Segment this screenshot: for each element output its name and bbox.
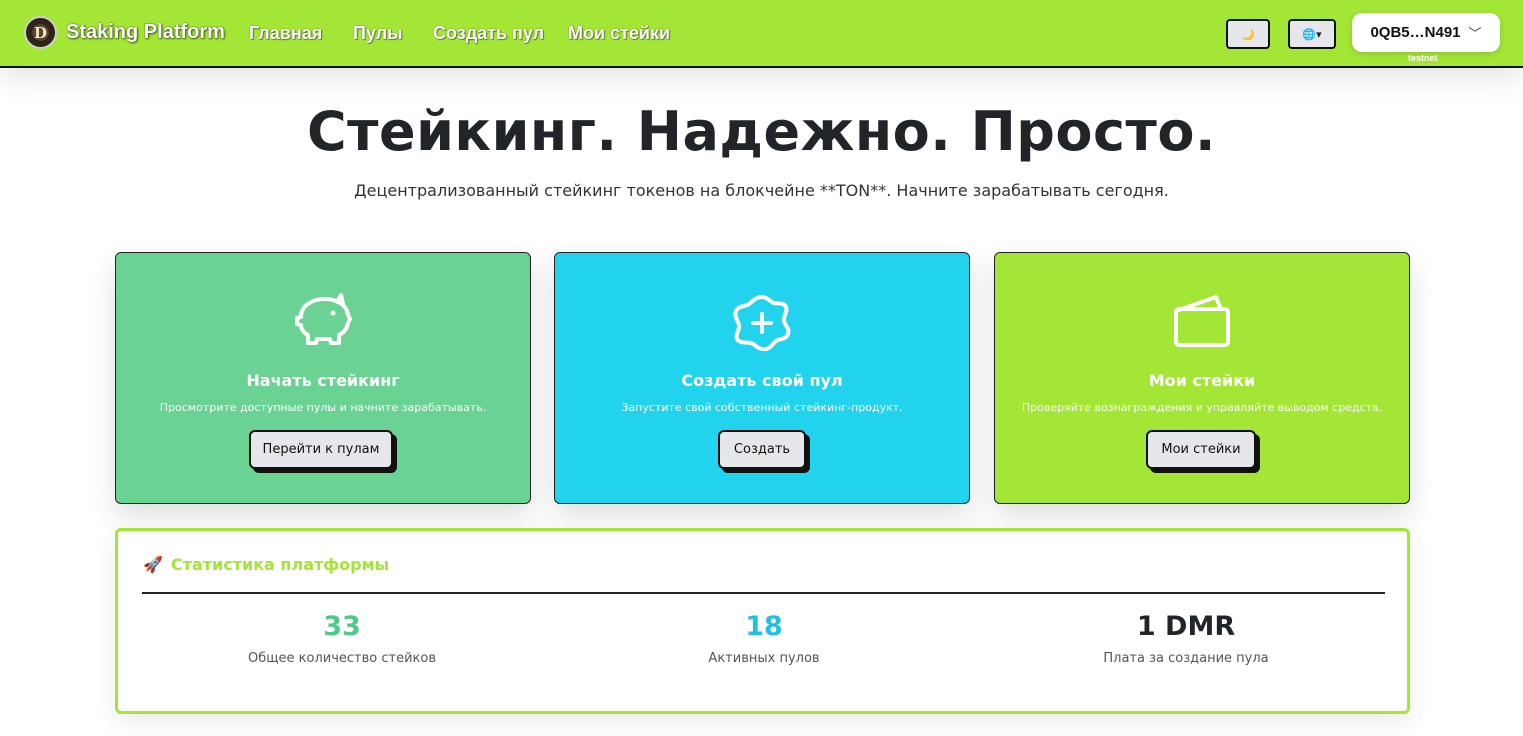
hero-title: Стейкинг. Надежно. Просто. (307, 100, 1216, 163)
piggy-bank-icon (295, 293, 352, 345)
my-stakes-button[interactable]: Мои стейки (1146, 430, 1256, 469)
wallet-address: 0QB5…N491 (1370, 24, 1461, 41)
card-create-pool: Создать свой пул Запустите свой собствен… (554, 252, 970, 504)
stat-label: Активных пулов (708, 651, 820, 666)
theme-toggle-button[interactable]: 🌙 (1226, 19, 1270, 49)
nav-create-pool[interactable]: Создать пул (433, 23, 544, 44)
top-navbar: D Staking Platform Главная Пулы Создать … (0, 0, 1523, 68)
moon-icon: 🌙 (1241, 27, 1255, 41)
logo-icon: D (24, 16, 57, 49)
platform-stats-panel: 🚀 Статистика платформы 33 Общее количест… (115, 528, 1410, 714)
divider (142, 592, 1385, 594)
wallet-icon (1174, 295, 1230, 347)
brand-name: Staking Platform (66, 21, 225, 43)
hero-subtitle: Децентрализованный стейкинг токенов на б… (354, 181, 1169, 200)
stat-value: 1 DMR (1136, 611, 1236, 642)
rocket-icon: 🚀 (143, 555, 163, 574)
card-my-stakes: Мои стейки Проверяйте вознаграждения и у… (994, 252, 1410, 504)
chevron-down-icon: ﹀ (1468, 26, 1482, 41)
stat-active-pools: 18 Активных пулов (564, 611, 964, 666)
plus-badge-icon (733, 295, 791, 352)
go-to-pools-button[interactable]: Перейти к пулам (249, 430, 393, 469)
nav-pools[interactable]: Пулы (353, 23, 403, 44)
card-start-staking: Начать стейкинг Просмотрите доступные пу… (115, 252, 531, 504)
create-pool-button[interactable]: Создать (718, 430, 806, 469)
brand-link[interactable]: D Staking Platform (24, 16, 225, 49)
logo-letter: D (33, 23, 47, 42)
stat-total-stakes: 33 Общее количество стейков (142, 611, 542, 666)
card-title: Начать стейкинг (246, 371, 400, 390)
network-badge: testnet (1408, 53, 1438, 63)
language-icon: 🌐▾ (1302, 27, 1322, 41)
card-description: Запустите свой собственный стейкинг-прод… (621, 401, 903, 414)
stat-pool-fee: 1 DMR Плата за создание пула (986, 611, 1386, 666)
nav-my-stakes[interactable]: Мои стейки (568, 23, 670, 44)
language-dropdown-button[interactable]: 🌐▾ (1288, 19, 1336, 49)
stat-value: 18 (745, 611, 783, 642)
stat-value: 33 (323, 611, 361, 642)
stat-label: Плата за создание пула (1103, 651, 1269, 666)
wallet-button[interactable]: 0QB5…N491 ﹀ (1352, 13, 1500, 52)
stats-title: Статистика платформы (170, 555, 390, 574)
stats-heading: 🚀 Статистика платформы (143, 555, 389, 574)
card-description: Проверяйте вознаграждения и управляйте в… (1021, 401, 1383, 414)
nav-home[interactable]: Главная (249, 23, 322, 44)
card-title: Создать свой пул (681, 371, 843, 390)
stat-label: Общее количество стейков (248, 651, 436, 666)
card-description: Просмотрите доступные пулы и начните зар… (159, 401, 487, 414)
card-title: Мои стейки (1148, 371, 1256, 390)
